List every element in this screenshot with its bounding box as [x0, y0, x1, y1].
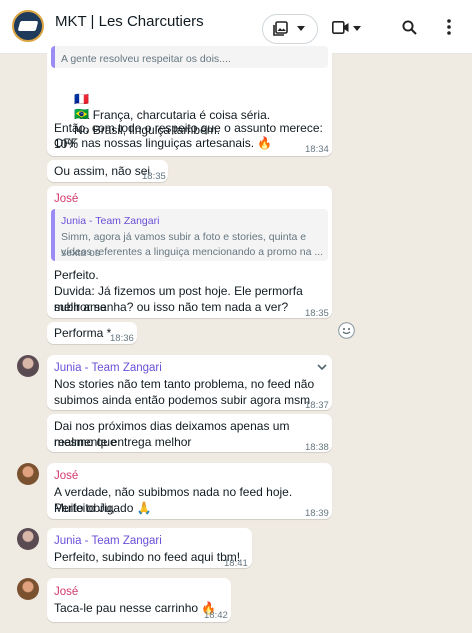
- message-bubble[interactable]: Performa * 18:36: [47, 322, 137, 344]
- video-call-chevron-icon[interactable]: [353, 26, 361, 31]
- message-bubble[interactable]: Ou assim, não sei 18:35: [47, 160, 168, 182]
- avatar[interactable]: [17, 578, 39, 600]
- sender-name[interactable]: Junia - Team Zangari: [54, 360, 162, 376]
- message-text: realmente entrega melhor: [54, 435, 192, 449]
- message-text: Nos stories não tem tanto problema, no f…: [54, 377, 315, 391]
- sender-name[interactable]: José: [54, 468, 78, 484]
- group-avatar[interactable]: [12, 10, 44, 42]
- avatar[interactable]: [17, 463, 39, 485]
- sender-name[interactable]: José: [54, 191, 78, 207]
- message-text: Ou assim, não sei: [54, 164, 151, 178]
- message-text: Perfeito, subindo no feed aqui tbm!: [54, 550, 241, 564]
- message-text: Taca-le pau nesse carrinho 🔥: [54, 601, 217, 615]
- message-time: 18:36: [110, 333, 134, 344]
- avatar[interactable]: [17, 528, 39, 550]
- message-text: Muito obrigado 🙏: [54, 501, 152, 515]
- message-menu-chevron-icon[interactable]: [317, 364, 327, 370]
- video-camera-icon[interactable]: [332, 21, 349, 34]
- message-text: Perfeito.: [54, 268, 99, 282]
- message-time: 18:35: [305, 308, 329, 319]
- message-text: subir amanha? ou isso não tem nada a ver…: [54, 300, 289, 314]
- message-bubble[interactable]: Junia - Team Zangari Nos stories não tem…: [47, 355, 332, 411]
- quoted-message[interactable]: A gente resolveu respeitar os dois....: [51, 46, 328, 68]
- media-pill-button[interactable]: [262, 14, 318, 44]
- message-text: subimos ainda então podemos subir agora …: [54, 393, 311, 407]
- message-text: Performa *: [54, 326, 112, 340]
- message-bubble[interactable]: Junia - Team Zangari Perfeito, subindo n…: [47, 528, 252, 569]
- emoji-react-icon[interactable]: [338, 322, 355, 339]
- sender-name[interactable]: Junia - Team Zangari: [54, 533, 162, 549]
- group-title[interactable]: MKT | Les Charcutiers: [55, 13, 204, 30]
- message-time: 18:35: [142, 171, 166, 182]
- brazil-flag: 🇧🇷: [74, 107, 89, 121]
- message-time: 18:41: [224, 558, 248, 569]
- photo-album-icon[interactable]: [273, 21, 288, 36]
- quoted-text: A gente resolveu respeitar os dois....: [61, 53, 231, 65]
- message-bubble[interactable]: José A verdade, não subibmos nada no fee…: [47, 463, 332, 519]
- message-list: A gente resolveu respeitar os dois.... 🇫…: [0, 0, 472, 633]
- message-bubble[interactable]: Dai nos próximos dias deixamos apenas um…: [47, 414, 332, 453]
- quoted-message[interactable]: Junia - Team Zangari Simm, agora já vamo…: [51, 209, 328, 261]
- message-time: 18:34: [305, 144, 329, 155]
- kebab-menu-icon[interactable]: [447, 19, 451, 35]
- sender-name[interactable]: José: [54, 584, 78, 600]
- message-bubble[interactable]: José Junia - Team Zangari Simm, agora já…: [47, 186, 332, 319]
- avatar[interactable]: [17, 355, 39, 377]
- message-time: 18:38: [305, 442, 329, 453]
- chevron-down-icon[interactable]: [297, 26, 305, 31]
- message-time: 18:37: [305, 400, 329, 411]
- quoted-sender: Junia - Team Zangari: [61, 215, 160, 227]
- message-bubble[interactable]: José Taca-le pau nesse carrinho 🔥 18:42: [47, 578, 231, 622]
- quoted-text: vídeos referentes a linguiça mencionando…: [61, 246, 324, 258]
- search-icon[interactable]: [402, 20, 417, 35]
- message-text: OFF nas nossas linguiças artesanais. 🔥: [54, 136, 273, 150]
- message-time: 18:39: [305, 508, 329, 519]
- message-time: 18:42: [204, 610, 228, 621]
- message-bubble[interactable]: A gente resolveu respeitar os dois.... 🇫…: [47, 44, 332, 156]
